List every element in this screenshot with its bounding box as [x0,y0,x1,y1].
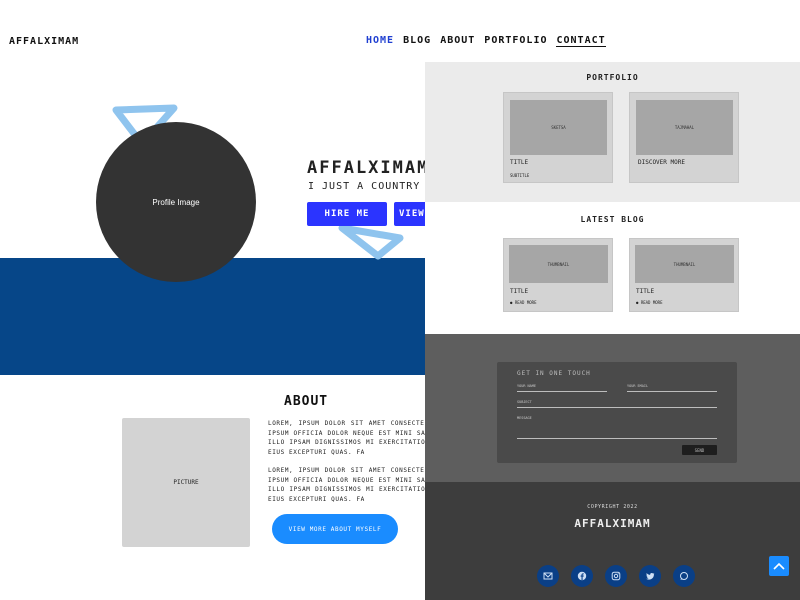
message-input[interactable] [517,438,717,439]
blog-thumbnail: THUMBNAIL [635,245,734,283]
blog-card-meta[interactable]: ● READ MORE [510,300,537,305]
name-label: YOUR NAME [517,384,536,388]
right-panel: PORTFOLIO SKETSA TITLE SUBTITLE TAJMAHAL… [425,62,800,600]
portfolio-card-subtitle: SUBTITLE [510,173,530,178]
copyright-text: COPYRIGHT 2022 [587,504,638,510]
name-input[interactable] [517,391,607,392]
scroll-to-top-button[interactable] [769,556,789,576]
main-nav: HOME BLOG ABOUT PORTFOLIO CONTACT [366,35,606,47]
facebook-icon[interactable] [571,565,593,587]
chevron-up-icon [773,562,785,570]
twitter-icon[interactable] [639,565,661,587]
send-button[interactable]: SEND [682,445,717,455]
hire-me-button[interactable]: HIRE ME [307,202,387,226]
email-input[interactable] [627,391,717,392]
about-paragraph-2: LOREM, IPSUM DOLOR SIT AMET CONSECTE ID … [268,467,438,503]
email-icon[interactable] [537,565,559,587]
page: AFFALXIMAM HOME BLOG ABOUT PORTFOLIO CON… [0,0,800,600]
portfolio-card[interactable]: SKETSA TITLE SUBTITLE [503,92,613,183]
view-more-about-button[interactable]: VIEW MORE ABOUT MYSELF [272,514,398,544]
footer: COPYRIGHT 2022 AFFALXIMAM [425,482,800,600]
blog-read-more[interactable]: READ MORE [641,300,663,305]
hero-name: AFFALXIMAM [307,158,430,178]
about-picture: PICTURE [122,418,250,547]
about-paragraph-1: LOREM, IPSUM DOLOR SIT AMET CONSECTE ID … [268,420,438,456]
profile-image-label: Profile Image [152,197,200,207]
blog-card-title: TITLE [636,288,655,295]
nav-home[interactable]: HOME [366,35,394,47]
hero-tagline: I JUST A COUNTRY PE [308,181,442,192]
blog-card[interactable]: THUMBNAIL TITLE ● READ MORE [629,238,739,312]
contact-section: GET IN ONE TOUCH YOUR NAME YOUR EMAIL SU… [425,334,800,482]
profile-image: Profile Image [96,122,256,282]
blog-thumb-label: THUMBNAIL [547,261,570,267]
blog-read-more[interactable]: READ MORE [515,300,537,305]
contact-form: GET IN ONE TOUCH YOUR NAME YOUR EMAIL SU… [497,362,737,463]
blog-title: LATEST BLOG [580,215,645,224]
contact-title: GET IN ONE TOUCH [517,370,591,377]
blog-thumb-label: THUMBNAIL [673,261,696,267]
site-logo[interactable]: AFFALXIMAM [9,36,79,47]
blog-thumbnail: THUMBNAIL [509,245,608,283]
nav-blog[interactable]: BLOG [403,35,431,47]
about-picture-label: PICTURE [173,479,199,486]
blog-card-title: TITLE [510,288,529,295]
portfolio-title: PORTFOLIO [586,73,639,82]
blog-card[interactable]: THUMBNAIL TITLE ● READ MORE [503,238,613,312]
nav-contact[interactable]: CONTACT [556,35,606,47]
whatsapp-icon[interactable] [673,565,695,587]
blog-card-meta[interactable]: ● READ MORE [636,300,663,305]
nav-about[interactable]: ABOUT [440,35,475,47]
footer-brand: AFFALXIMAM [574,517,651,530]
decor-triangle-bottom [338,224,404,260]
portfolio-card-title: TITLE [510,159,529,166]
subject-input[interactable] [517,407,717,408]
portfolio-card[interactable]: TAJMAHAL DISCOVER MORE [629,92,739,183]
email-label: YOUR EMAIL [627,384,649,388]
portfolio-thumb-label: SKETSA [551,125,566,130]
portfolio-card-title: DISCOVER MORE [638,159,685,166]
instagram-icon[interactable] [605,565,627,587]
subject-label: SUBJECT [517,400,532,404]
hero-band [0,258,425,375]
blog-section: LATEST BLOG THUMBNAIL TITLE ● READ MORE … [425,202,800,334]
portfolio-thumbnail: TAJMAHAL [636,100,733,155]
portfolio-thumb-label: TAJMAHAL [674,125,695,130]
message-label: MESSAGE [517,416,532,420]
portfolio-section: PORTFOLIO SKETSA TITLE SUBTITLE TAJMAHAL… [425,62,800,202]
about-title: ABOUT [284,394,329,409]
social-links [537,565,695,587]
nav-portfolio[interactable]: PORTFOLIO [484,35,547,47]
portfolio-thumbnail: SKETSA [510,100,607,155]
